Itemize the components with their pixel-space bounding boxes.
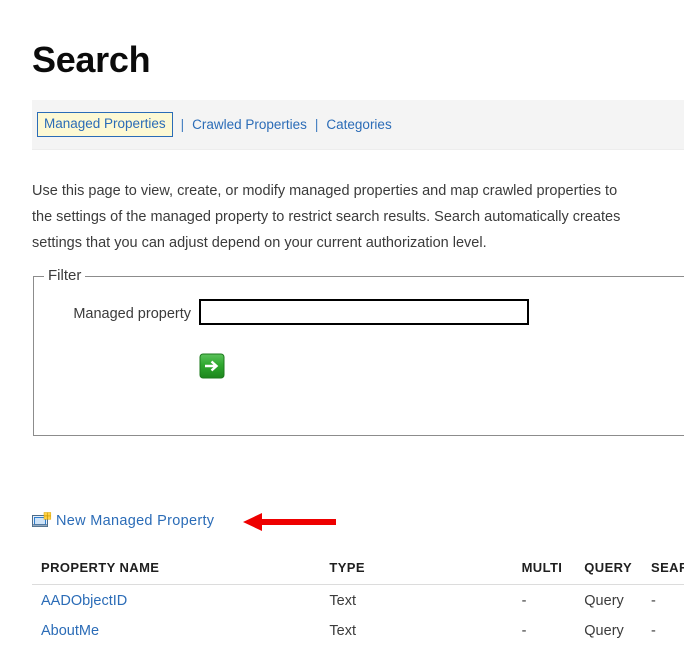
cell-query: Query — [584, 593, 624, 609]
header-type: TYPE — [329, 560, 522, 585]
green-arrow-right-icon — [199, 353, 225, 379]
header-property-name: PROPERTY NAME — [32, 560, 330, 585]
description-line-2: the settings of the managed property to … — [32, 209, 621, 225]
page-title: Search — [32, 39, 151, 81]
new-item-icon — [32, 512, 52, 530]
table-head: PROPERTY NAME TYPE MULTI QUERY SEARC — [32, 560, 684, 585]
cell-search: - — [651, 593, 656, 609]
filter-submit-button[interactable] — [199, 353, 225, 379]
tab-crawled-properties[interactable]: Crawled Properties — [192, 117, 307, 133]
filter-fieldset: Filter Managed property — [33, 267, 684, 436]
header-query: QUERY — [584, 560, 652, 585]
cell-type: Text — [329, 593, 356, 609]
header-multi: MULTI — [521, 560, 585, 585]
description-line-1: Use this page to view, create, or modify… — [32, 183, 618, 199]
filter-row: Managed property — [34, 299, 684, 329]
table-row: AboutMe Text - Query - — [32, 615, 684, 645]
cell-type: Text — [329, 623, 356, 639]
tab-strip: Managed Properties | Crawled Properties … — [32, 100, 684, 150]
tab-separator-2: | — [314, 117, 319, 132]
table-row: AADObjectID Text - Query - — [32, 585, 684, 616]
annotation-arrow-left — [240, 508, 340, 536]
description-line-3: settings that you can adjust depend on y… — [32, 235, 487, 251]
property-link[interactable]: AADObjectID — [41, 593, 127, 609]
tab-managed-properties[interactable]: Managed Properties — [37, 112, 173, 137]
tab-separator-1: | — [180, 117, 185, 132]
page-description: Use this page to view, create, or modify… — [32, 178, 684, 256]
new-managed-property-link[interactable]: New Managed Property — [32, 509, 214, 533]
managed-property-input[interactable] — [199, 299, 529, 325]
managed-property-label: Managed property — [73, 306, 191, 322]
cell-query: Query — [584, 623, 624, 639]
cell-property-name: AADObjectID — [32, 585, 329, 616]
new-managed-property-label: New Managed Property — [56, 513, 215, 529]
tab-categories[interactable]: Categories — [326, 117, 391, 133]
managed-properties-table: PROPERTY NAME TYPE MULTI QUERY SEARC AAD… — [32, 560, 684, 645]
cell-search: - — [651, 623, 656, 639]
table-header-row: PROPERTY NAME TYPE MULTI QUERY SEARC — [32, 560, 684, 585]
header-search: SEARC — [651, 560, 684, 585]
tab-list: Managed Properties | Crawled Properties … — [37, 112, 392, 137]
cell-multi: - — [521, 593, 527, 609]
filter-legend: Filter — [44, 267, 86, 285]
property-link[interactable]: AboutMe — [41, 623, 99, 639]
table-body: AADObjectID Text - Query - AboutMe Text … — [32, 585, 684, 646]
cell-property-name: AboutMe — [32, 615, 329, 645]
cell-multi: - — [521, 623, 527, 639]
search-admin-page: Search Managed Properties | Crawled Prop… — [0, 0, 684, 661]
